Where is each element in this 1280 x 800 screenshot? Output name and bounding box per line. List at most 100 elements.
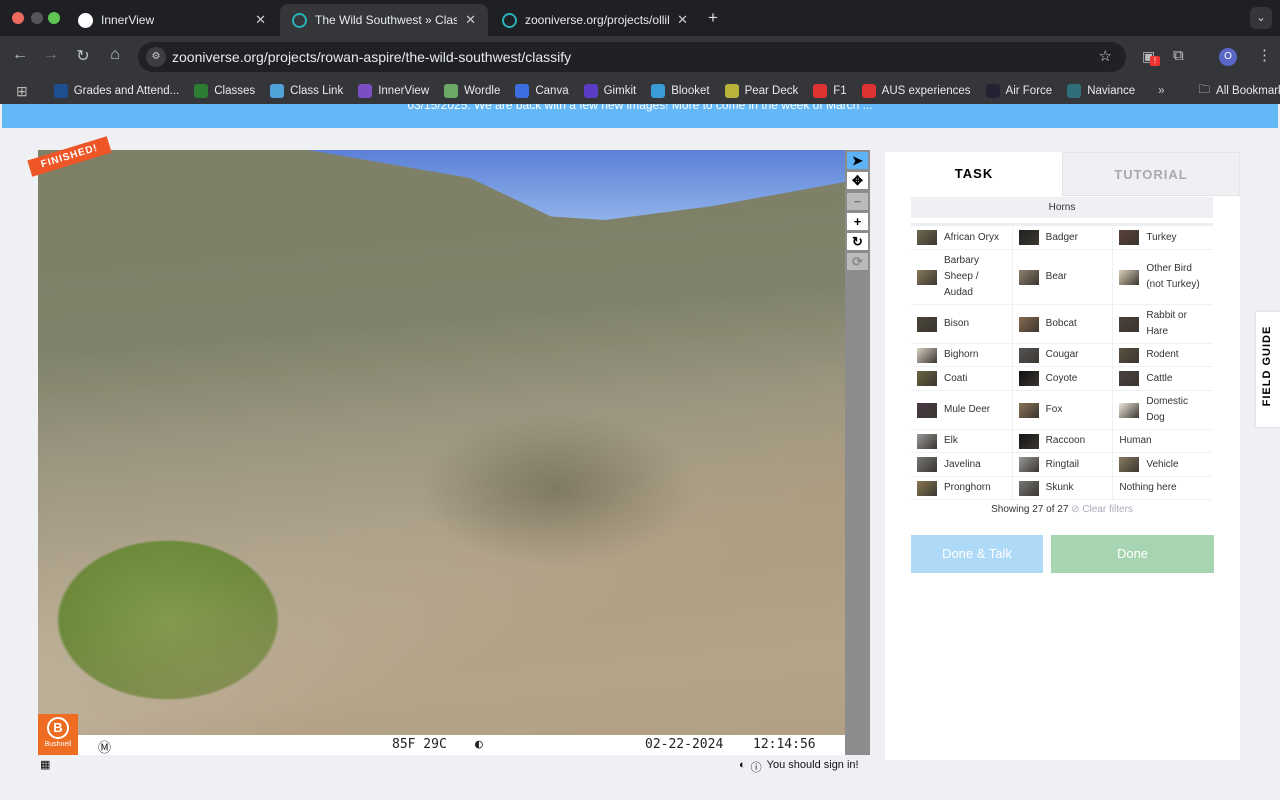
choice-bighorn[interactable]: Bighorn [911,344,1012,366]
choice-pronghorn[interactable]: Pronghorn [911,477,1012,499]
address-bar[interactable]: ⚙ zooniverse.org/projects/rowan-aspire/t… [138,42,1126,72]
tab-title: zooniverse.org/projects/ollibr [525,13,670,27]
tab-zooniverse-ollibr[interactable]: zooniverse.org/projects/ollibr ✕ [490,4,700,36]
bookmark-item[interactable]: Air Force [985,84,1052,98]
choice-domestic-dog[interactable]: Domestic Dog [1112,391,1213,429]
choice-barbary-sheep-audad[interactable]: Barbary Sheep / Audad [911,250,1012,304]
choice-thumbnail [1119,269,1140,285]
reset-icon[interactable]: ⟳ [847,253,868,270]
url-text[interactable]: zooniverse.org/projects/rowan-aspire/the… [172,49,571,65]
extension-alert-icon[interactable]: ▣! [1142,48,1160,66]
tab-title: The Wild Southwest » Classif [315,13,458,27]
contrast-icon[interactable]: ◐ [739,759,746,775]
tab-task[interactable]: TASK [885,152,1063,196]
menu-icon[interactable]: ⋮ [1257,46,1272,64]
choice-label: Coati [944,372,968,384]
new-tab-button[interactable]: + [708,8,718,28]
bookmark-item[interactable]: Blooket [651,84,710,98]
bookmark-favicon-icon [985,84,1000,98]
apps-grid-icon[interactable]: ⊞ [16,83,28,100]
minimize-window-button[interactable] [31,12,43,24]
close-tab-icon[interactable]: ✕ [465,12,476,28]
bookmark-item[interactable]: Grades and Attend... [53,84,179,98]
choice-other-bird-not-turkey[interactable]: Other Bird (not Turkey) [1112,250,1213,304]
bookmark-item[interactable]: Wordle [444,84,500,98]
choice-coyote[interactable]: Coyote [1011,367,1113,390]
choice-fox[interactable]: Fox [1011,391,1113,429]
announcement-banner: 03/15/2025: We are back with a few new i… [2,104,1278,128]
reload-icon[interactable]: ↻ [72,46,94,66]
choice-ringtail[interactable]: Ringtail [1011,453,1113,476]
tab-innerview[interactable]: InnerView ✕ [66,4,278,36]
choice-elk[interactable]: Elk [911,430,1012,452]
choice-turkey[interactable]: Turkey [1112,226,1213,249]
done-and-talk-button[interactable]: Done & Talk [911,535,1043,573]
site-settings-icon[interactable]: ⚙ [146,47,166,67]
close-tab-icon[interactable]: ✕ [677,12,688,28]
bookmark-item[interactable]: Pear Deck [724,84,798,98]
clear-filters-link[interactable]: ⊘ Clear filters [1071,504,1133,515]
subject-image[interactable]: Ⓜ 85F 29C ◐ 02-22-2024 12:14:56 B Bushnel… [38,150,845,755]
choice-rabbit-or-hare[interactable]: Rabbit or Hare [1112,305,1213,343]
species-choice-grid: African Oryx Badger Turkey Barbary Sheep / … [911,223,1213,500]
field-guide-tab[interactable]: FIELD GUIDE [1256,312,1280,427]
choice-nothing-here[interactable]: Nothing here [1112,477,1213,499]
choice-raccoon[interactable]: Raccoon [1011,430,1113,452]
filter-horns[interactable]: Horns [911,197,1213,218]
move-tool-icon[interactable]: ✥ [847,172,868,189]
home-icon[interactable]: ⌂ [104,46,126,64]
task-panel: TASK TUTORIAL Horns African Oryx Badger Tu… [885,152,1240,760]
zoom-in-icon[interactable]: + [847,213,868,230]
bookmark-item[interactable]: AUS experiences [861,84,971,98]
choice-rodent[interactable]: Rodent [1112,344,1213,366]
extensions-icon[interactable]: ⧉ [1173,47,1184,64]
choice-label: Bear [1045,271,1067,282]
tab-tutorial[interactable]: TUTORIAL [1062,152,1240,196]
choice-badger[interactable]: Badger [1011,226,1113,249]
choice-bobcat[interactable]: Bobcat [1011,305,1113,343]
info-icon[interactable]: ⓘ [751,759,762,775]
choice-thumbnail [1018,230,1039,245]
done-button[interactable]: Done [1051,535,1214,573]
choice-bear[interactable]: Bear [1011,250,1113,304]
browser-tab-bar: InnerView ✕ The Wild Southwest » Classif ✕… [0,0,1280,36]
bookmark-star-icon[interactable]: ☆ [1099,47,1112,65]
choice-label: Barbary Sheep / Audad [944,255,980,298]
choice-cattle[interactable]: Cattle [1112,367,1213,390]
tab-search-chevron-icon[interactable]: ⌄ [1250,7,1272,29]
bookmark-item[interactable]: F1 [813,84,847,98]
forward-icon[interactable]: → [40,46,62,64]
choice-mule-deer[interactable]: Mule Deer [911,391,1012,429]
bookmark-item[interactable]: Gimkit [583,84,636,98]
close-tab-icon[interactable]: ✕ [255,12,266,28]
pointer-tool-icon[interactable]: ➤ [847,152,868,169]
layout-grid-icon[interactable]: ▦ [40,758,50,771]
bookmark-item[interactable]: Classes [194,84,255,98]
maximize-window-button[interactable] [48,12,60,24]
bookmark-item[interactable]: Class Link [270,84,343,98]
all-bookmarks-folder[interactable]: 🗀 All Bookmarks [1199,82,1280,101]
choice-coati[interactable]: Coati [911,367,1012,390]
bookmark-item[interactable]: Canva [515,84,569,98]
profile-avatar[interactable]: O [1219,48,1237,66]
choice-skunk[interactable]: Skunk [1011,477,1113,499]
choice-javelina[interactable]: Javelina [911,453,1012,476]
bookmark-item[interactable]: InnerView [358,84,429,98]
tab-wild-southwest[interactable]: The Wild Southwest » Classif ✕ [280,4,488,36]
folder-icon: 🗀 [1198,83,1211,96]
bookmark-item[interactable]: Naviance [1067,84,1135,98]
choice-bison[interactable]: Bison [911,305,1012,343]
close-window-button[interactable] [12,12,24,24]
sign-in-text: You should sign in! [766,759,859,771]
more-bookmarks-chevron-icon[interactable]: » [1158,85,1164,97]
bookmark-favicon-icon [194,84,209,98]
rotate-icon[interactable]: ↻ [847,233,868,250]
choice-cougar[interactable]: Cougar [1011,344,1113,366]
choice-row: Elk Raccoon Human [911,430,1213,453]
back-icon[interactable]: ← [9,46,31,64]
zoom-out-icon[interactable]: − [847,193,868,210]
choice-vehicle[interactable]: Vehicle [1112,453,1213,476]
choice-african-oryx[interactable]: African Oryx [911,226,1012,249]
choice-human[interactable]: Human [1112,430,1213,452]
bushnell-logo: B Bushnell [38,714,78,755]
